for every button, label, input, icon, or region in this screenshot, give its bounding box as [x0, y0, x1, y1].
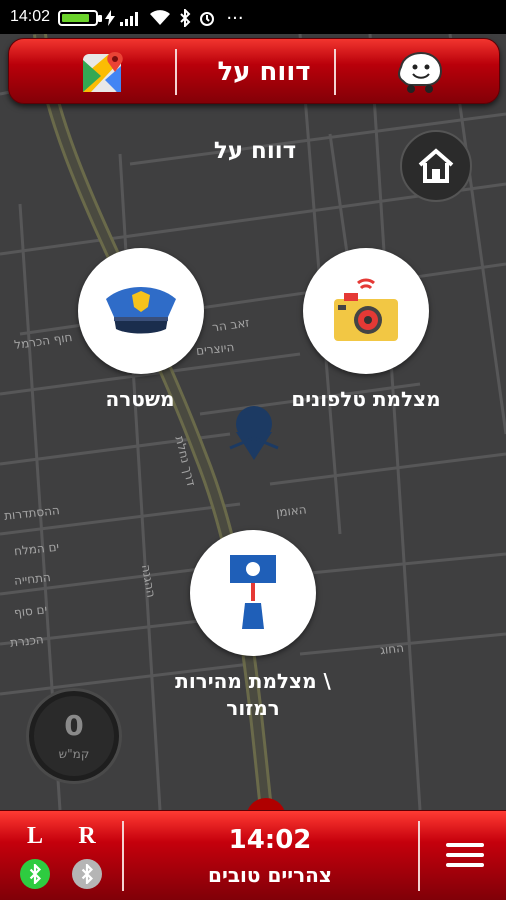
speed-value: 0	[64, 709, 84, 742]
page-title: דווח על	[213, 138, 297, 164]
menu-icon	[446, 843, 484, 867]
more-icon: ...	[226, 2, 244, 24]
signal-icon	[120, 9, 142, 27]
waze-button[interactable]	[395, 51, 445, 95]
right-earbud-label: R	[78, 823, 96, 849]
right-bluetooth-status[interactable]	[72, 859, 102, 889]
status-bar: 14:02 ...	[0, 0, 506, 34]
report-speed-camera-label: מצלמת מהירות \ רמזור	[130, 668, 376, 722]
home-icon	[418, 148, 454, 183]
left-bluetooth-status[interactable]	[20, 859, 50, 889]
alarm-icon	[198, 9, 216, 27]
bluetooth-icon	[29, 864, 42, 884]
bottom-bar: L R 14:02 צהריים טובים	[0, 810, 506, 900]
bluetooth-icon	[81, 864, 94, 884]
waze-icon	[398, 51, 443, 93]
bluetooth-icon	[178, 9, 192, 27]
divider	[175, 49, 177, 95]
charging-icon	[104, 9, 116, 27]
police-hat-icon	[106, 287, 176, 334]
clock: 14:02	[228, 825, 312, 855]
location-pin-icon	[222, 400, 286, 464]
camera-icon	[334, 278, 398, 341]
wifi-icon	[148, 9, 172, 27]
divider	[418, 821, 420, 891]
home-button[interactable]	[400, 130, 472, 202]
speed-camera-icon	[230, 555, 276, 629]
divider	[122, 821, 124, 891]
divider	[334, 49, 336, 95]
greeting: צהריים טובים	[208, 863, 332, 887]
street-label: החוג	[379, 640, 405, 658]
menu-button[interactable]	[446, 843, 484, 871]
battery-icon	[58, 10, 102, 26]
report-speed-camera-button[interactable]	[190, 530, 316, 656]
report-traffic-camera-button[interactable]	[303, 248, 429, 374]
report-speed-camera-label-line2: רמזור	[226, 696, 280, 720]
report-police-button[interactable]	[78, 248, 204, 374]
speedometer: 0 קמ"ש	[26, 688, 122, 784]
battery-level-fill	[62, 14, 89, 22]
report-speed-camera-label-line1: מצלמת מהירות \	[175, 669, 331, 693]
top-bar-title: דווח על	[217, 57, 311, 87]
speed-unit: קמ"ש	[58, 747, 90, 761]
top-bar: דווח על	[8, 38, 500, 104]
google-maps-icon	[83, 52, 123, 92]
report-police-label: משטרה	[105, 387, 175, 411]
left-earbud-label: L	[26, 823, 43, 849]
status-time: 14:02	[10, 8, 51, 25]
google-maps-button[interactable]	[79, 48, 129, 98]
